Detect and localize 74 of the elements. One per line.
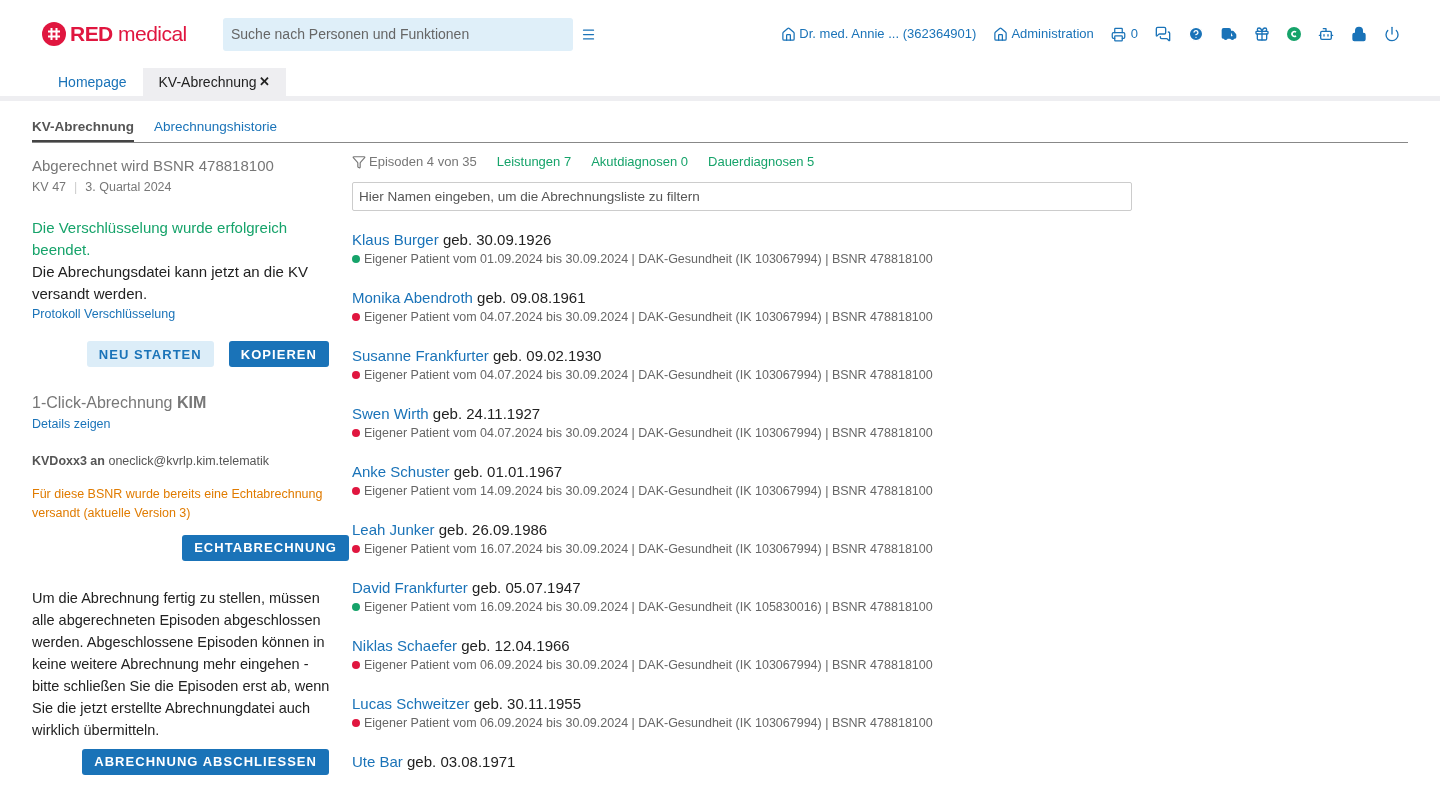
birth-date: geb. 26.09.1986 bbox=[438, 520, 548, 538]
primary-button[interactable]: ABRECHNUNG ABSCHLIESSEN bbox=[82, 748, 329, 775]
separator: | bbox=[74, 178, 78, 196]
kv-number: KV 47 bbox=[32, 178, 67, 196]
birth-date: geb. 05.07.1947 bbox=[472, 578, 581, 596]
birth-date: geb. 03.08.1971 bbox=[407, 752, 516, 770]
patient-name-link[interactable]: Susanne Frankfurter bbox=[352, 346, 489, 364]
success-message: Die Verschlüsselung wurde erfolgreich beendet. bbox=[32, 217, 289, 260]
episode-details: Eigener Patient vom 14.09.2024 bis 30.09.2024 | DAK-Gesundheit (IK 103067994) | BSNR 478818100 bbox=[364, 482, 933, 500]
lock-icon[interactable] bbox=[1351, 26, 1367, 42]
patient-name-link[interactable]: Anke Schuster bbox=[352, 462, 450, 480]
summary-link[interactable]: Dauerdiagnosen 5 bbox=[708, 152, 815, 172]
filter-field[interactable]: Hier Namen eingeben, um die Abrechnungsliste zu filtern bbox=[352, 181, 1132, 211]
menu-icon[interactable] bbox=[581, 26, 596, 42]
episode-details: Eigener Patient vom 04.07.2024 bis 30.09.2024 | DAK-Gesundheit (IK 103067994) | BSNR 478818100 bbox=[364, 424, 933, 442]
gift-icon[interactable] bbox=[1254, 26, 1270, 42]
tab[interactable]: Homepage bbox=[42, 68, 143, 96]
episode-details: Eigener Patient vom 04.07.2024 bis 30.09.2024 | DAK-Gesundheit (IK 103067994) | BSNR 478818100 bbox=[364, 308, 933, 326]
close-icon[interactable]: ✕ bbox=[258, 72, 270, 92]
episode-details: Eigener Patient vom 04.07.2024 bis 30.09.2024 | DAK-Gesundheit (IK 103067994) | BSNR 478818100 bbox=[364, 366, 933, 384]
patient-name-link[interactable]: Leah Junker bbox=[352, 520, 435, 538]
house-icon bbox=[781, 26, 797, 42]
episode-details: Eigener Patient vom 16.07.2024 bis 30.09.2024 | DAK-Gesundheit (IK 103067994) | BSNR 478818100 bbox=[364, 540, 933, 558]
tab[interactable]: KV-Abrechnung✕ bbox=[142, 68, 286, 96]
primary-button[interactable]: ECHTABRECHNUNG bbox=[182, 534, 349, 561]
patient-name-link[interactable]: Ute Bar bbox=[352, 752, 403, 770]
patient-name-link[interactable]: Klaus Burger bbox=[352, 230, 439, 248]
birth-date: geb. 09.02.1930 bbox=[492, 346, 602, 364]
bsnr-title: Abgerechnet wird BSNR 478818100 bbox=[32, 156, 275, 177]
sub-tab[interactable]: Abrechnungshistorie bbox=[154, 117, 278, 143]
patient-name-link[interactable]: Monika Abendroth bbox=[352, 288, 473, 306]
episode-details: Eigener Patient vom 06.09.2024 bis 30.09.2024 | DAK-Gesundheit (IK 103067994) | BSNR 478818100 bbox=[364, 714, 933, 732]
patient-name-link[interactable]: David Frankfurter bbox=[352, 578, 468, 596]
episode-details: Eigener Patient vom 16.09.2024 bis 30.09.2024 | DAK-Gesundheit (IK 105830016) | BSNR 478818100 bbox=[364, 598, 933, 616]
c-badge-icon[interactable] bbox=[1287, 27, 1301, 41]
details-link[interactable]: Details zeigen bbox=[32, 415, 332, 434]
birth-date: geb. 30.09.1926 bbox=[442, 230, 552, 248]
birth-date: geb. 24.11.1927 bbox=[432, 404, 541, 422]
user-link[interactable]: Dr. med. Annie ... (362364901) bbox=[781, 24, 977, 44]
printer-icon bbox=[1110, 26, 1126, 42]
summary-link[interactable]: Akutdiagnosen 0 bbox=[591, 152, 688, 172]
kim-sender: KVDoxx3 an oneclick@kvrlp.kim.telematik bbox=[32, 453, 271, 470]
house-icon bbox=[993, 26, 1009, 42]
birth-date: geb. 09.08.1961 bbox=[477, 288, 586, 306]
summary-link[interactable]: Leistungen 7 bbox=[496, 152, 572, 172]
warning-message: Für diese BSNR wurde bereits eine Echtabrechnung versandt (aktuelle Version 3) bbox=[32, 485, 324, 522]
protocol-link[interactable]: Protokoll Verschlüsselung bbox=[32, 304, 332, 324]
patient-name-link[interactable]: Lucas Schweitzer bbox=[352, 694, 470, 712]
birth-date: geb. 12.04.1966 bbox=[461, 636, 570, 654]
kim-title: 1-Click-Abrechnung KIM bbox=[32, 393, 208, 414]
power-icon[interactable] bbox=[1384, 26, 1400, 42]
logo-icon bbox=[42, 22, 66, 46]
print-queue-link[interactable]: 0 bbox=[1110, 24, 1138, 44]
sub-tab[interactable]: KV-Abrechnung bbox=[32, 117, 134, 143]
chat-icon[interactable] bbox=[1155, 26, 1171, 42]
search-field[interactable]: Suche nach Personen und Funktionen bbox=[223, 17, 573, 51]
episode-details: Eigener Patient vom 06.09.2024 bis 30.09.2024 | DAK-Gesundheit (IK 103067994) | BSNR 478818100 bbox=[364, 656, 933, 674]
secondary-button[interactable]: NEU STARTEN bbox=[86, 341, 214, 368]
info-message: Die Abrechungsdatei kann jetzt an die KV versandt werden. bbox=[32, 261, 309, 304]
administration-link[interactable]: Administration bbox=[993, 24, 1094, 44]
episodes-count: Episoden 4 von 35 bbox=[352, 152, 477, 172]
finish-note: Um die Abrechnung fertig zu stellen, müssen alle abgerechneten Episoden abgeschlossen werden. Abgeschlossene Episoden können in keine weitere Abrechnung mehr eingehen - bitte schließen Sie die Episoden erst ab, wenn Sie die jetzt erstellte Abrechnungdatei auch wirklich übermitteln. bbox=[32, 588, 331, 740]
patient-name-link[interactable]: Niklas Schaefer bbox=[352, 636, 458, 654]
patient-name-link[interactable]: Swen Wirth bbox=[352, 404, 429, 422]
logo-text: RED medical bbox=[70, 21, 187, 48]
help-icon[interactable] bbox=[1188, 26, 1204, 42]
filter-icon bbox=[352, 155, 366, 169]
birth-date: geb. 01.01.1967 bbox=[453, 462, 563, 480]
birth-date: geb. 30.11.1955 bbox=[473, 694, 582, 712]
episode-details: Eigener Patient vom 01.09.2024 bis 30.09.2024 | DAK-Gesundheit (IK 103067994) | BSNR 478818100 bbox=[364, 250, 933, 268]
truck-icon[interactable] bbox=[1221, 26, 1237, 42]
primary-button[interactable]: KOPIEREN bbox=[228, 341, 329, 368]
quarter: 3. Quartal 2024 bbox=[85, 178, 172, 196]
robot-icon[interactable] bbox=[1318, 26, 1334, 42]
